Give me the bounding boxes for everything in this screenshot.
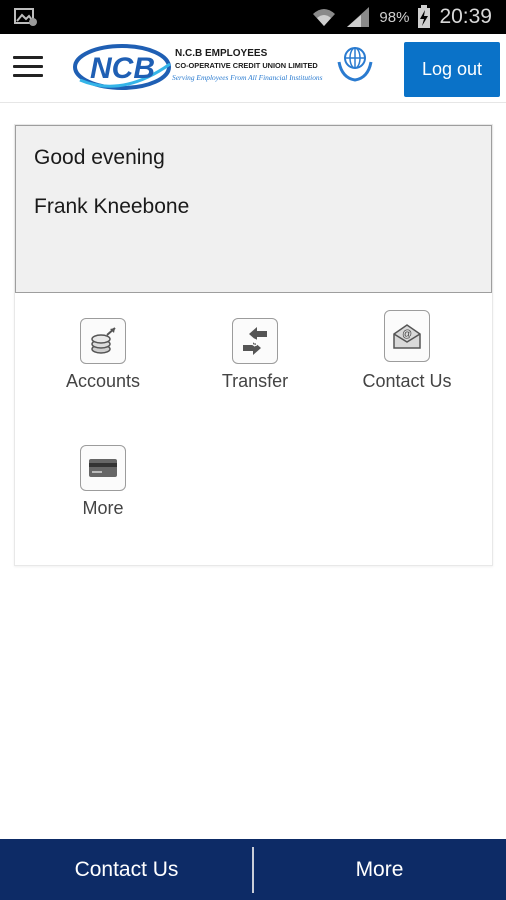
greeting-text: Good evening — [34, 146, 165, 169]
tile-accounts[interactable]: Accounts — [33, 318, 173, 392]
svg-text:N.C.B EMPLOYEES: N.C.B EMPLOYEES — [175, 48, 268, 59]
tile-label: Transfer — [221, 371, 289, 391]
tile-label: Accounts — [65, 371, 141, 391]
hamburger-menu-icon[interactable] — [13, 56, 43, 80]
clock-time: 20:39 — [439, 5, 492, 28]
bottom-nav-contact-us[interactable]: Contact Us — [0, 839, 253, 900]
credit-card-icon — [80, 445, 126, 491]
tile-more[interactable]: More — [33, 445, 173, 519]
svg-text:CO-OPERATIVE CREDIT UNION LIMI: CO-OPERATIVE CREDIT UNION LIMITED — [175, 61, 318, 70]
svg-text:$: $ — [252, 338, 258, 349]
battery-charging-icon — [418, 5, 431, 28]
logout-button[interactable]: Log out — [404, 42, 500, 97]
bottom-nav-bar: Contact Us More — [0, 839, 506, 900]
money-transfer-icon: $ — [232, 318, 278, 364]
signal-icon — [347, 7, 370, 27]
ncb-logo: NCB N.C.B EMPLOYEES CO-OPERATIVE CREDIT … — [72, 40, 382, 96]
greeting-panel: Good evening Frank Kneebone — [15, 125, 492, 293]
wifi-icon — [313, 9, 336, 26]
bottom-nav-divider — [252, 847, 254, 893]
app-header: NCB N.C.B EMPLOYEES CO-OPERATIVE CREDIT … — [0, 34, 506, 103]
dashboard-card: Good evening Frank Kneebone Accounts $ T… — [14, 124, 493, 566]
svg-text:@: @ — [402, 329, 412, 340]
user-name: Frank Kneebone — [34, 195, 190, 218]
tile-contact-us[interactable]: @ Contact Us — [337, 310, 477, 392]
tile-label: Contact Us — [362, 371, 452, 391]
bottom-nav-more[interactable]: More — [253, 839, 506, 900]
tile-transfer[interactable]: $ Transfer — [185, 318, 325, 392]
svg-text:NCB: NCB — [90, 52, 155, 85]
battery-percent: 98% — [379, 8, 410, 26]
status-bar: 98% 20:39 — [0, 0, 506, 34]
svg-text:Serving Employees From All Fin: Serving Employees From All Financial Ins… — [172, 73, 323, 82]
notification-image-icon — [14, 8, 37, 26]
envelope-at-icon: @ — [384, 310, 430, 362]
tile-label: More — [82, 498, 124, 518]
coins-icon — [80, 318, 126, 364]
